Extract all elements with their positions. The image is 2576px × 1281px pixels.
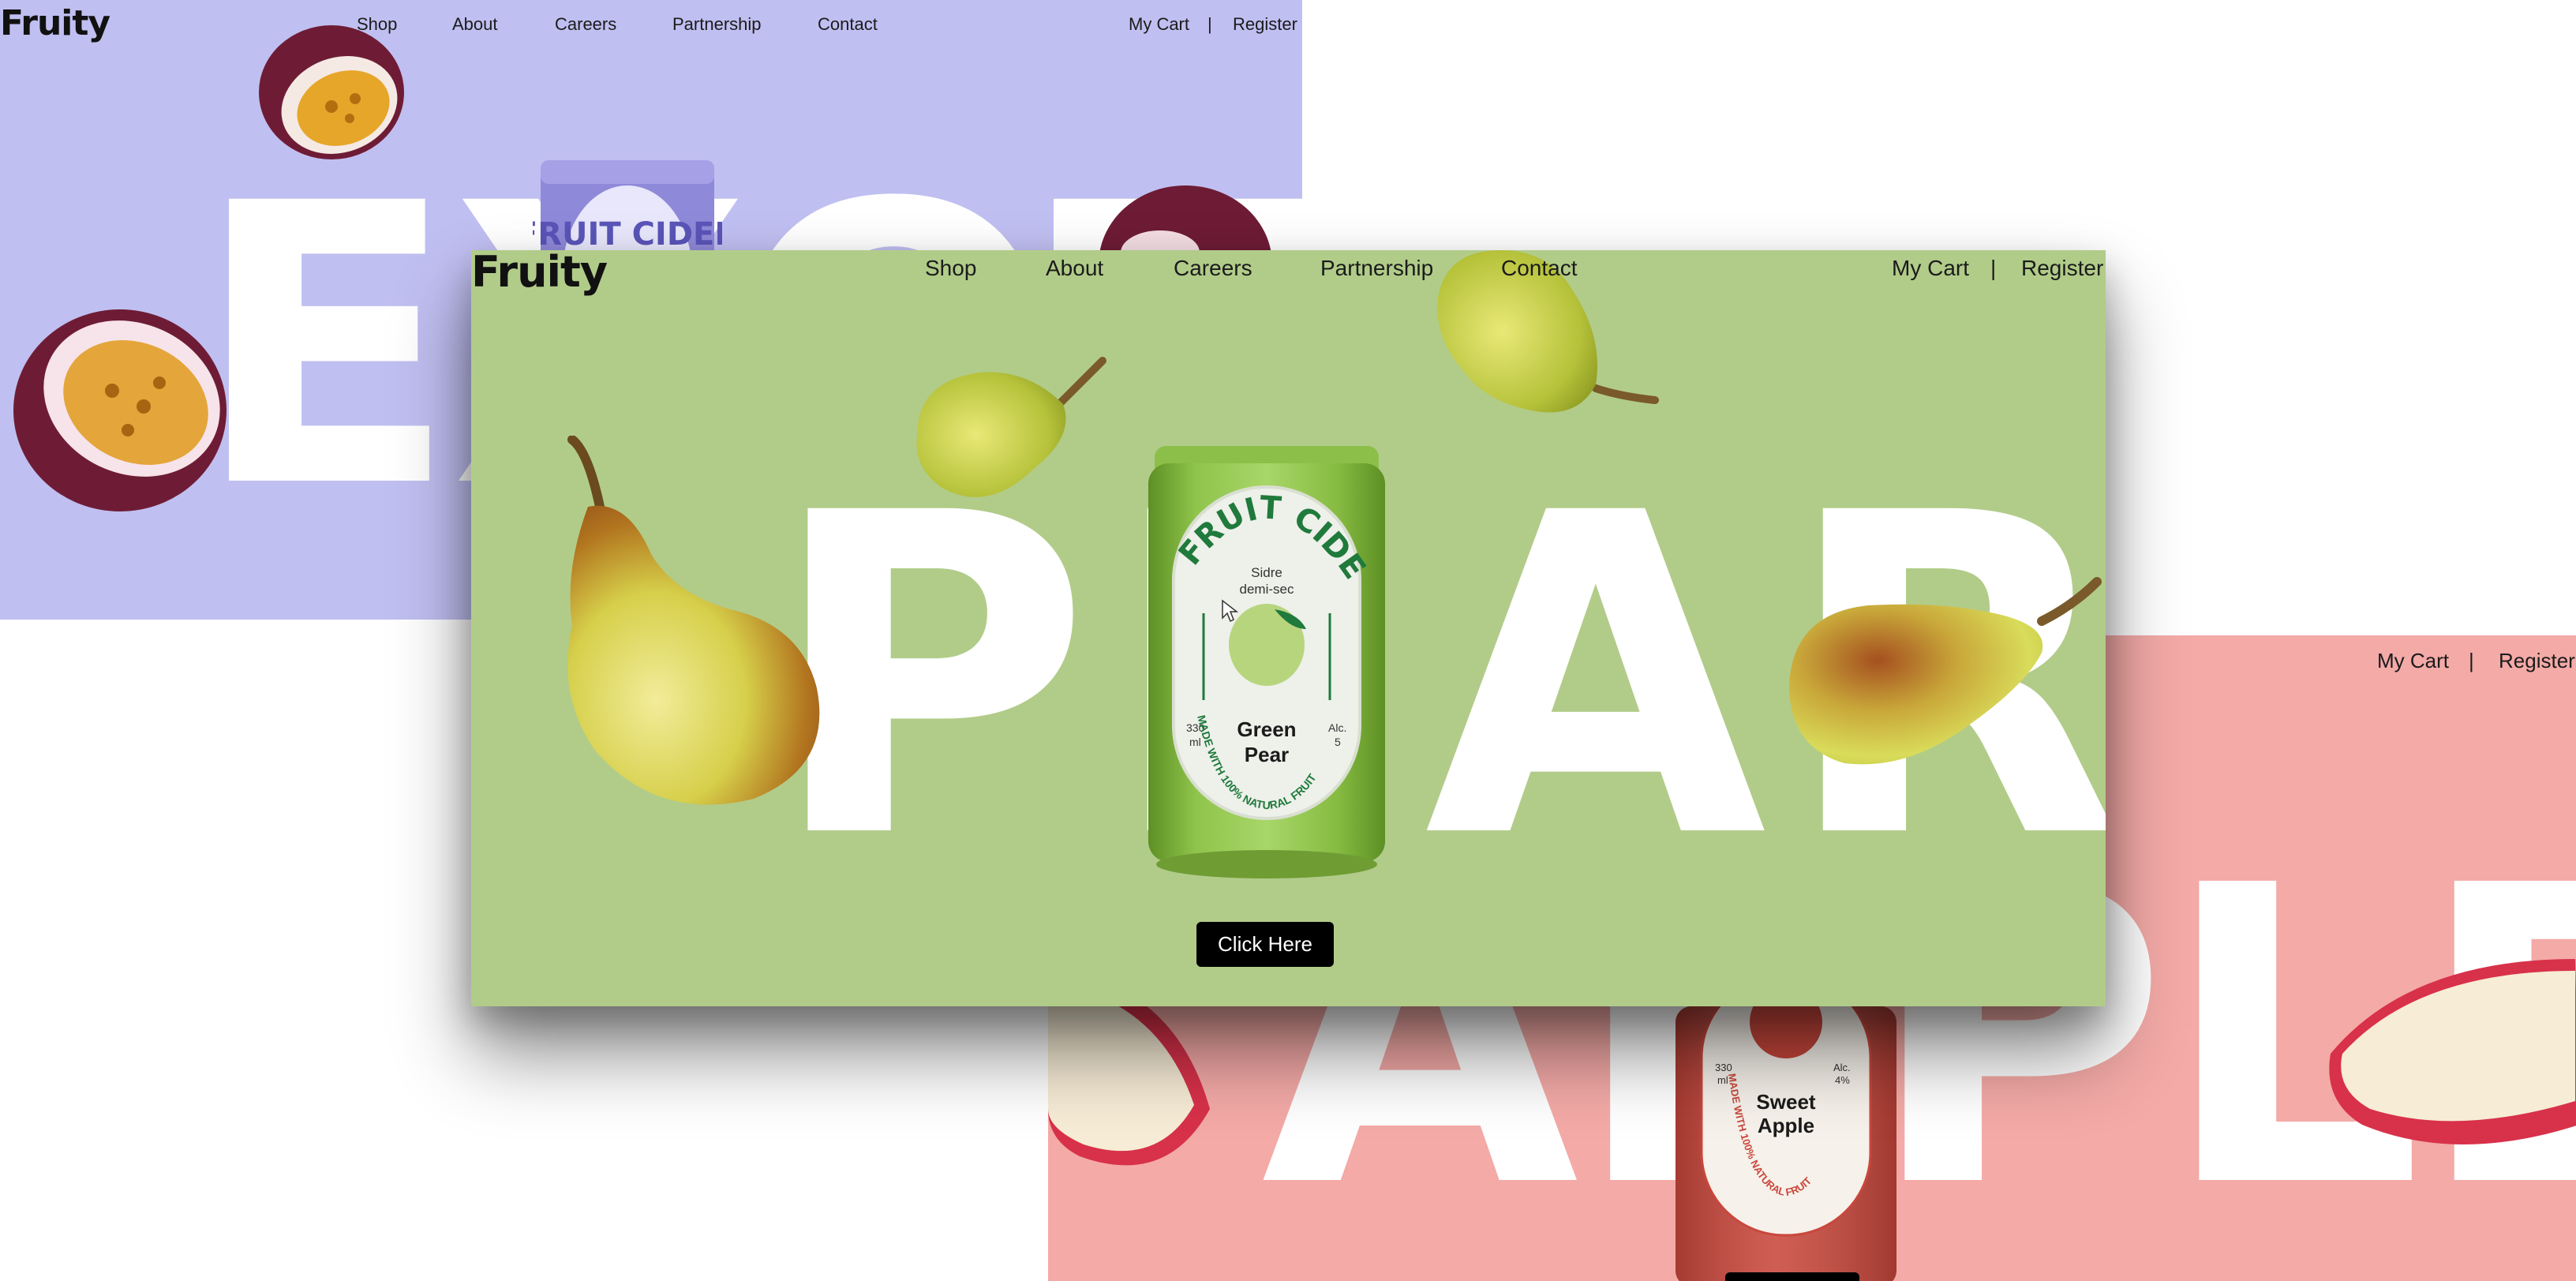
pear-nav-contact[interactable]: Contact [1501,256,1578,281]
apple-register-link[interactable]: Register [2499,649,2575,673]
pear-can-alc-1: Alc. [1328,721,1346,734]
pear-right [1789,577,2102,765]
apple-can-alc-2: 4% [1835,1074,1850,1086]
passion-fruit-left [13,309,227,511]
pear-register-link[interactable]: Register [2021,256,2103,281]
apple-can-flavor-2: Apple [1758,1114,1814,1137]
exotic-register-link[interactable]: Register [1233,14,1297,35]
exotic-nav-careers[interactable]: Careers [555,14,616,35]
pear-cart-link[interactable]: My Cart [1892,256,1969,281]
pear-can-alc-2: 5 [1335,736,1341,748]
pear-nav-partnership[interactable]: Partnership [1320,256,1433,281]
exotic-cart-link[interactable]: My Cart [1129,14,1189,35]
pear-can-subtitle-2: demi-sec [1240,582,1294,597]
pear-large-left [567,436,820,805]
exotic-logo[interactable]: Fruity [0,3,110,43]
passion-fruit-top [259,25,404,159]
apple-slice-right [2329,959,2576,1144]
pear-can-subtitle-1: Sidre [1251,565,1282,580]
apple-separator: | [2469,649,2474,672]
exotic-nav-contact[interactable]: Contact [818,14,878,35]
apple-can-volume-1: 330 [1715,1062,1732,1073]
exotic-nav-about[interactable]: About [452,14,498,35]
pear-can: FRUIT CIDER Sidre demi-sec 330 ml Alc. 5… [1148,432,1385,878]
exotic-separator: | [1208,14,1212,34]
apple-can-flavor-1: Sweet [1756,1090,1815,1114]
click-here-button[interactable]: Click Here [1196,922,1334,967]
apple-can: Sweet Apple 330 ml Alc. 4% MADE WITH 100… [1676,1006,1896,1281]
exotic-can-label: FRUIT CIDER [533,216,722,253]
pear-small-top [916,357,1106,497]
pear-can-flavor-2: Pear [1245,743,1289,766]
exotic-nav-shop[interactable]: Shop [357,14,397,35]
pear-nav-careers[interactable]: Careers [1174,256,1252,281]
pear-can-flavor-1: Green [1237,717,1296,741]
apple-can-alc-1: Alc. [1833,1062,1851,1073]
pear-can-volume-2: ml [1189,736,1201,748]
pear-page-screenshot: PEAR FRUIT CIDE Sidre demi-sec 330 ml Al… [471,250,2106,1006]
apple-cart-link[interactable]: My Cart [2377,649,2449,673]
mouse-cursor-icon [1222,599,1238,623]
pear-separator: | [1990,256,1997,280]
pear-nav-shop[interactable]: Shop [925,256,976,281]
exotic-nav-partnership[interactable]: Partnership [672,14,762,35]
pear-nav-about[interactable]: About [1046,256,1103,281]
apple-cta-button[interactable] [1725,1272,1859,1281]
pear-logo[interactable]: Fruity [471,250,608,297]
